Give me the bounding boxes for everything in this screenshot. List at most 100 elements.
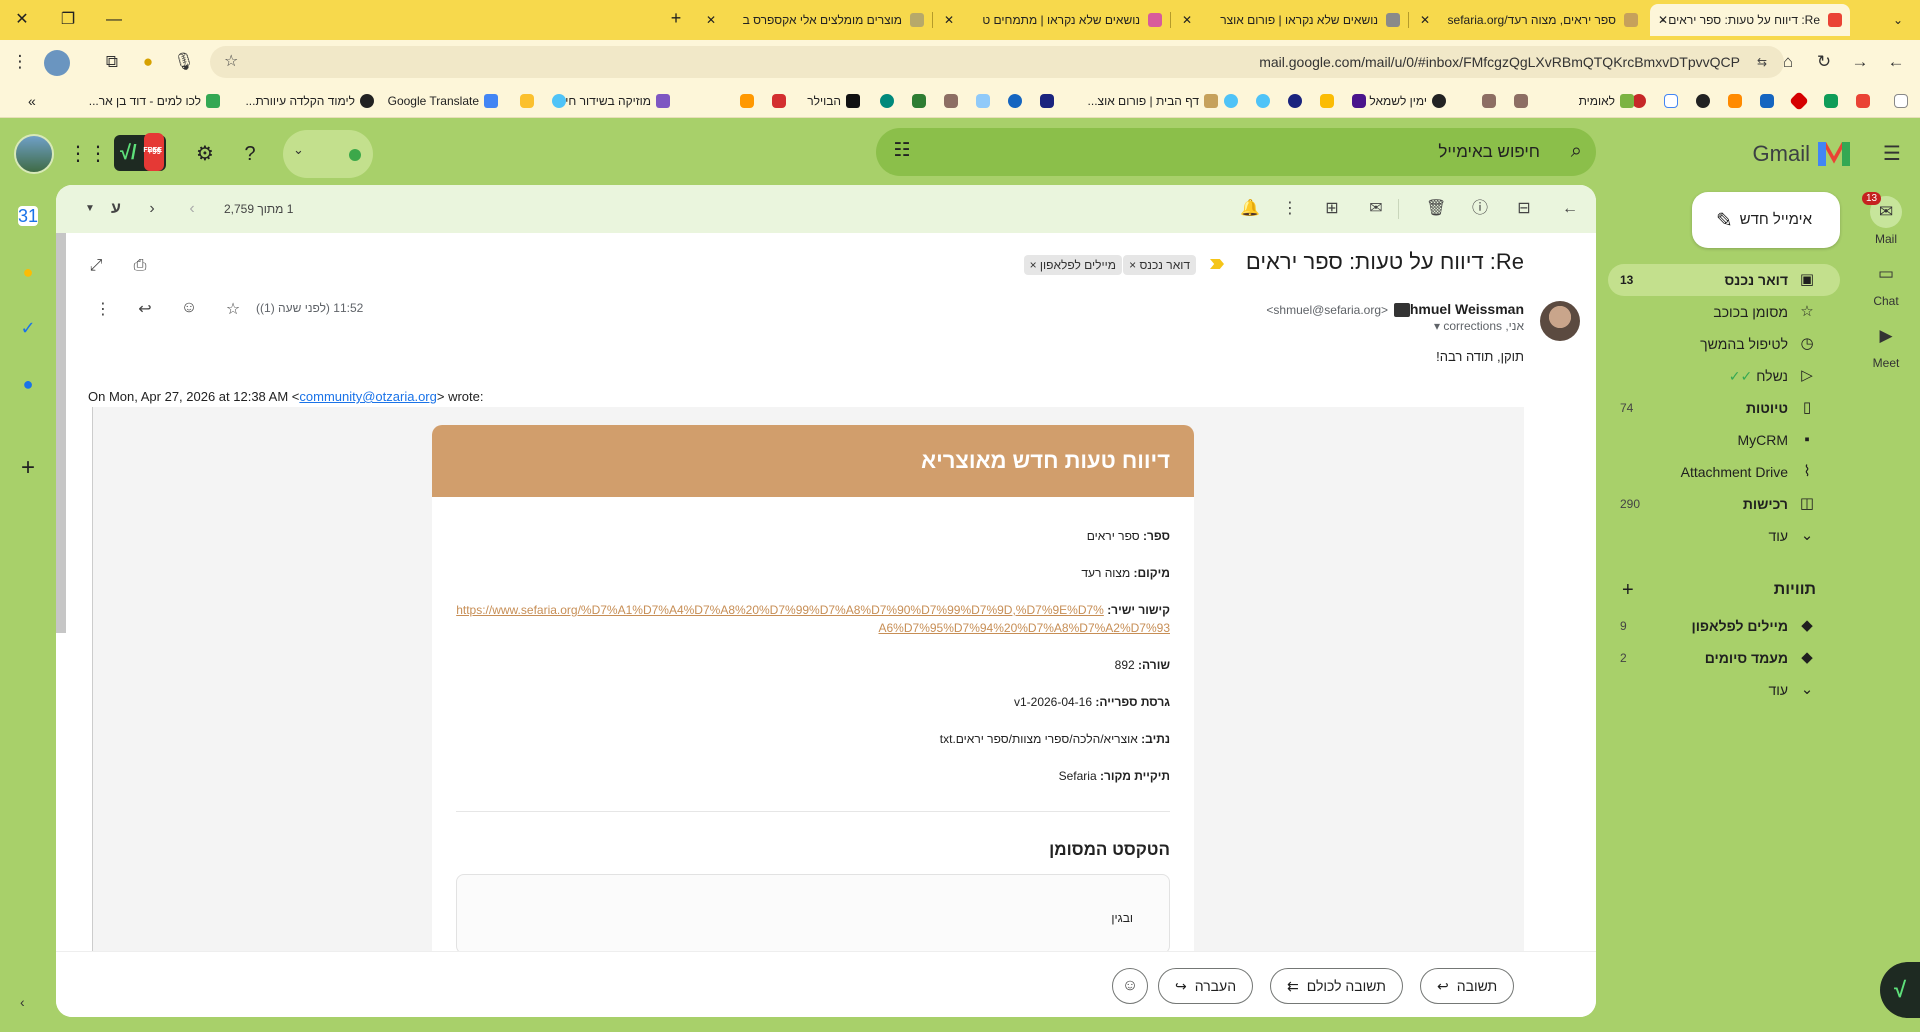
- microphone-icon[interactable]: 🎙: [172, 50, 196, 74]
- scrollbar[interactable]: [56, 233, 66, 633]
- recipients-line[interactable]: אני, corrections ▾: [1434, 319, 1524, 333]
- browser-tab-sefaria[interactable]: ספר יראים, מצוה רעד/sefaria.org ✕: [1412, 4, 1646, 36]
- bookmark-google-translate[interactable]: Google Translate: [388, 84, 498, 118]
- contact-card-icon[interactable]: [1394, 303, 1410, 317]
- bookmark-star-icon[interactable]: ☆: [224, 46, 238, 78]
- back-to-inbox-icon[interactable]: ←: [1560, 199, 1580, 219]
- direct-link[interactable]: https://www.sefaria.org/%D7%A1%D7%A4%D7%…: [456, 603, 1170, 635]
- maximize-icon[interactable]: ❐: [56, 8, 80, 32]
- sheets-bookmark-icon[interactable]: [1824, 94, 1838, 108]
- main-menu-icon[interactable]: ☰: [1880, 142, 1904, 166]
- compose-button[interactable]: אימייל חדש ✎: [1692, 192, 1840, 248]
- more-vertical-icon[interactable]: ⋮: [92, 299, 114, 321]
- shield-bookmark-icon[interactable]: [1514, 94, 1528, 108]
- coins-extension-icon[interactable]: ●: [136, 50, 160, 74]
- extensions-puzzle-icon[interactable]: ⧉: [100, 50, 124, 74]
- gmail-bookmark-icon[interactable]: [1856, 94, 1870, 108]
- search-bar[interactable]: ⌕ חיפוש באימייל ☷: [876, 128, 1596, 176]
- label-item-siyumim[interactable]: ◆ מעמד סיומים 2: [1608, 642, 1840, 674]
- orange-bookmark-icon[interactable]: [1728, 94, 1742, 108]
- x-bookmark-icon[interactable]: [912, 94, 926, 108]
- address-bar[interactable]: ⇆ mail.google.com/mail/u/0/#inbox/FMfcgz…: [210, 46, 1784, 78]
- browser-tab-forum[interactable]: נושאים שלא נקראו | פורום אוצר ✕: [1174, 4, 1408, 36]
- rail-mail[interactable]: ✉ 13 Mail: [1852, 192, 1920, 246]
- chevron-down-icon[interactable]: ▾: [1434, 319, 1440, 333]
- profile-avatar-icon[interactable]: [44, 50, 70, 76]
- shield-bookmark-icon[interactable]: [944, 94, 958, 108]
- report-spam-icon[interactable]: ⓘ: [1470, 199, 1490, 219]
- red-bookmark-icon[interactable]: [772, 94, 786, 108]
- emoji-react-icon[interactable]: ☺: [178, 299, 200, 321]
- bookmark-yamin[interactable]: ימין לשמאל: [1369, 84, 1446, 118]
- bookmark-forum-home[interactable]: דף הבית | פורום אוצ...: [1088, 84, 1218, 118]
- bookmark-music[interactable]: מוזיקה בשידור חי: [565, 84, 670, 118]
- add-label-icon[interactable]: +: [1622, 570, 1634, 610]
- tab-search-icon[interactable]: ⌄: [1888, 10, 1908, 30]
- browser-tab-gmail[interactable]: Re: דיווח על טעות: ספר יראים - ✕: [1650, 4, 1850, 36]
- url-text[interactable]: mail.google.com/mail/u/0/#inbox/FMfcgzQg…: [1259, 46, 1740, 78]
- rail-chat[interactable]: ▭ Chat: [1852, 258, 1920, 308]
- bookmark-boiler[interactable]: הבוילר: [807, 84, 860, 118]
- status-indicator[interactable]: ⌄: [283, 130, 373, 178]
- sender-name[interactable]: Shmuel Weissman: [1401, 301, 1524, 317]
- red-dot-bookmark-icon[interactable]: [1632, 94, 1646, 108]
- orange-bookmark-icon[interactable]: [740, 94, 754, 108]
- chevron-down-icon[interactable]: ▼: [80, 199, 100, 219]
- close-icon[interactable]: ✕: [1658, 4, 1668, 36]
- new-tab-button[interactable]: +: [665, 8, 687, 29]
- forward-button[interactable]: העברה ↪: [1158, 968, 1254, 1004]
- older-chevron-icon[interactable]: ›: [142, 199, 162, 219]
- vfree-extension-button[interactable]: √/ +99 FREE: [114, 133, 166, 171]
- circle-bookmark-icon[interactable]: [1224, 94, 1238, 108]
- star-icon[interactable]: ☆: [222, 299, 244, 321]
- snowflake-bookmark-icon[interactable]: [976, 94, 990, 108]
- purple-bookmark-icon[interactable]: [1352, 94, 1366, 108]
- bell-icon[interactable]: 🔔: [1240, 199, 1260, 219]
- pinwheel-bookmark-icon[interactable]: [1320, 94, 1334, 108]
- minimize-icon[interactable]: —: [102, 8, 126, 32]
- close-icon[interactable]: ✕: [1182, 4, 1192, 36]
- rail-meet[interactable]: ▶ Meet: [1852, 320, 1920, 370]
- settings-gear-icon[interactable]: ⚙: [192, 141, 218, 167]
- label-item-more[interactable]: ⌄ עוד: [1608, 674, 1840, 706]
- move-to-icon[interactable]: ⊞: [1322, 199, 1342, 219]
- bookmark-typing[interactable]: לימוד הקלדה עיוורת...: [245, 84, 374, 118]
- newer-chevron-icon[interactable]: ‹: [182, 199, 202, 219]
- reply-icon[interactable]: ↩: [134, 299, 156, 321]
- globe-bookmark-icon[interactable]: [1696, 94, 1710, 108]
- help-icon[interactable]: ?: [237, 141, 263, 167]
- contacts-icon[interactable]: ●: [18, 374, 38, 394]
- sidebar-item-more[interactable]: ⌄ עוד: [1608, 520, 1840, 552]
- red-diamond-bookmark-icon[interactable]: [1789, 91, 1809, 111]
- search-filter-icon[interactable]: ☷: [890, 139, 914, 163]
- keep-icon[interactable]: ●: [18, 262, 38, 282]
- circle-bookmark-icon[interactable]: [1256, 94, 1270, 108]
- c-bookmark-icon[interactable]: [1288, 94, 1302, 108]
- sidebar-item-inbox[interactable]: ▣ דואר נכנס 13: [1608, 264, 1840, 296]
- bookmark-leumit[interactable]: לאומית: [1579, 84, 1634, 118]
- sender-avatar[interactable]: [1540, 301, 1580, 341]
- blue-bookmark-icon[interactable]: [1760, 94, 1774, 108]
- close-icon[interactable]: ✕: [706, 4, 716, 36]
- label-item-phone-mail[interactable]: ◆ מיילים לפלאפון 9: [1608, 610, 1840, 642]
- tet-bookmark-icon[interactable]: [1040, 94, 1054, 108]
- print-icon[interactable]: ⎙: [130, 257, 150, 277]
- reload-icon[interactable]: ↻: [1812, 50, 1836, 74]
- browser-tab-aliexpress[interactable]: מוצרים מומלצים אלי אקספרס ב ✕: [698, 4, 932, 36]
- reply-all-button[interactable]: תשובה לכולם ⇇: [1270, 968, 1403, 1004]
- gmail-logo[interactable]: Gmail: [1753, 138, 1850, 170]
- b-bookmark-icon[interactable]: [520, 94, 534, 108]
- emoji-icon[interactable]: ☺: [1112, 968, 1148, 1004]
- open-new-window-icon[interactable]: ⤢: [86, 257, 106, 277]
- apps-grid-icon[interactable]: [1894, 94, 1908, 108]
- shield-bookmark-icon[interactable]: [1482, 94, 1496, 108]
- google-bookmark-icon[interactable]: [1664, 94, 1678, 108]
- window-close-icon[interactable]: ✕: [10, 8, 34, 32]
- sidebar-item-attachment-drive[interactable]: ⌇ Attachment Drive: [1608, 456, 1840, 488]
- input-tools-toggle[interactable]: ע: [106, 199, 126, 219]
- circle-bookmark-icon[interactable]: [552, 94, 566, 108]
- site-info-icon[interactable]: ⇆: [1752, 52, 1772, 72]
- person-bookmark-icon[interactable]: [880, 94, 894, 108]
- search-input[interactable]: חיפוש באימייל: [1438, 128, 1540, 176]
- calendar-icon[interactable]: 31: [18, 206, 38, 226]
